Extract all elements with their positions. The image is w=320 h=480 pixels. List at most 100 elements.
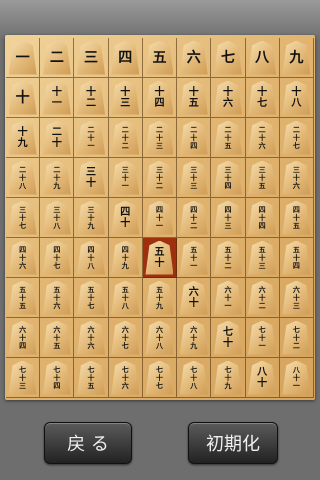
shogi-piece[interactable]: 七 (213, 40, 242, 75)
shogi-piece[interactable]: 八 (248, 40, 277, 75)
shogi-piece[interactable]: 二 十 三 (145, 120, 174, 155)
board-cell[interactable]: 十 四 (142, 78, 178, 118)
shogi-piece[interactable]: 十 七 (248, 80, 277, 115)
shogi-piece[interactable]: 三 十 二 (145, 160, 174, 195)
shogi-piece[interactable]: 二 十 七 (282, 120, 311, 155)
shogi-piece[interactable]: 八 十 (248, 360, 277, 395)
shogi-piece[interactable]: 三 十 三 (179, 160, 208, 195)
board-cell[interactable]: 四 十 九 (108, 238, 143, 278)
shogi-piece[interactable]: 六 十 三 (282, 280, 311, 315)
board-cell[interactable]: 五 十 四 (279, 238, 314, 278)
board-cell[interactable]: 十 九 (6, 118, 41, 158)
shogi-piece[interactable]: 十 一 (42, 80, 71, 115)
shogi-piece[interactable]: 三 十 八 (42, 200, 71, 235)
shogi-piece[interactable]: 九 (282, 40, 311, 75)
shogi-piece[interactable]: 三 十 (77, 160, 106, 195)
board-cell[interactable]: 四 十 四 (245, 198, 280, 238)
shogi-piece[interactable]: 五 十 七 (77, 280, 106, 315)
board-cell[interactable]: 八 十 (245, 358, 280, 398)
board-cell[interactable]: 六 十 (177, 278, 212, 318)
shogi-piece[interactable]: 五 十 五 (8, 280, 37, 315)
shogi-piece[interactable]: 七 十 六 (111, 360, 140, 395)
shogi-piece[interactable]: 五 十 二 (213, 240, 242, 275)
shogi-piece[interactable]: 十 三 (111, 80, 140, 115)
board-cell[interactable]: 二 十 五 (211, 118, 246, 158)
shogi-piece[interactable]: 二 十 (42, 120, 71, 155)
shogi-piece[interactable]: 十 四 (145, 80, 174, 115)
board-cell[interactable]: 二 十 六 (245, 118, 280, 158)
shogi-piece[interactable]: 五 十 三 (248, 240, 277, 275)
shogi-piece[interactable]: 六 (179, 40, 208, 75)
board-cell[interactable]: 六 (177, 38, 212, 78)
shogi-piece[interactable]: 四 十 (111, 200, 140, 235)
board-cell[interactable]: 二 十 三 (142, 118, 178, 158)
shogi-piece[interactable]: 二 (42, 40, 71, 75)
shogi-piece[interactable]: 三 十 九 (77, 200, 106, 235)
shogi-piece[interactable]: 六 十 二 (248, 280, 277, 315)
shogi-piece[interactable]: 六 十 七 (111, 320, 140, 355)
board-cell[interactable]: 九 (279, 38, 314, 78)
board-cell[interactable]: 四 十 七 (40, 238, 75, 278)
board-cell[interactable]: 四 十 三 (211, 198, 246, 238)
shogi-piece[interactable]: 二 十 九 (42, 160, 71, 195)
board-cell[interactable]: 十 六 (211, 78, 246, 118)
shogi-piece[interactable]: 十 六 (213, 80, 242, 115)
board-cell[interactable]: 五 十 八 (108, 278, 143, 318)
board-cell[interactable]: 二 十 一 (74, 118, 109, 158)
shogi-piece[interactable]: 六 十 四 (8, 320, 37, 355)
shogi-piece[interactable]: 七 十 三 (8, 360, 37, 395)
shogi-piece[interactable]: 五 十 (145, 240, 174, 275)
board-cell[interactable]: 三 十 一 (108, 158, 143, 198)
board-cell[interactable]: 四 十 五 (279, 198, 314, 238)
board-cell[interactable]: 二 十 七 (279, 118, 314, 158)
shogi-piece[interactable]: 四 十 九 (111, 240, 140, 275)
shogi-piece[interactable]: 四 十 六 (8, 240, 37, 275)
shogi-piece[interactable]: 七 十 八 (179, 360, 208, 395)
board-cell[interactable]: 六 十 九 (177, 318, 212, 358)
board-cell[interactable]: 五 (142, 38, 178, 78)
shogi-piece[interactable]: 一 (8, 40, 37, 75)
shogi-piece[interactable]: 七 十 二 (282, 320, 311, 355)
board-cell[interactable]: 二 十 二 (108, 118, 143, 158)
board-cell[interactable]: 六 十 七 (108, 318, 143, 358)
board-cell[interactable]: 六 十 五 (40, 318, 75, 358)
board-cell[interactable]: 二 十 (40, 118, 75, 158)
board-cell[interactable]: 四 十 六 (6, 238, 41, 278)
board-cell[interactable]: 六 十 三 (279, 278, 314, 318)
board-cell[interactable]: 五 十 七 (74, 278, 109, 318)
board-cell[interactable]: 二 十 八 (6, 158, 41, 198)
shogi-piece[interactable]: 二 十 八 (8, 160, 37, 195)
board-cell[interactable]: 十 七 (245, 78, 280, 118)
board-cell[interactable]: 八 十 一 (279, 358, 314, 398)
board-cell[interactable]: 八 (245, 38, 280, 78)
board-cell[interactable]: 七 十 八 (177, 358, 212, 398)
shogi-piece[interactable]: 六 十 一 (213, 280, 242, 315)
board-cell[interactable]: 十 五 (177, 78, 212, 118)
shogi-piece[interactable]: 三 (77, 40, 106, 75)
shogi-piece[interactable]: 三 十 六 (282, 160, 311, 195)
shogi-piece[interactable]: 五 十 六 (42, 280, 71, 315)
shogi-piece[interactable]: 二 十 四 (179, 120, 208, 155)
board-cell[interactable]: 十 三 (108, 78, 143, 118)
board-cell[interactable]: 五 十 (142, 238, 178, 278)
board-cell[interactable]: 二 (40, 38, 75, 78)
board-cell[interactable]: 十 (6, 78, 41, 118)
shogi-piece[interactable]: 四 十 四 (248, 200, 277, 235)
shogi-piece[interactable]: 六 十 五 (42, 320, 71, 355)
board-cell[interactable]: 三 十 二 (142, 158, 178, 198)
board-cell[interactable]: 四 十 (108, 198, 143, 238)
shogi-piece[interactable]: 十 (8, 80, 37, 115)
shogi-piece[interactable]: 三 十 七 (8, 200, 37, 235)
board-cell[interactable]: 六 十 二 (245, 278, 280, 318)
board-cell[interactable]: 七 十 九 (211, 358, 246, 398)
board-cell[interactable]: 六 十 八 (142, 318, 178, 358)
shogi-piece[interactable]: 二 十 二 (111, 120, 140, 155)
board-cell[interactable]: 二 十 四 (177, 118, 212, 158)
shogi-piece[interactable]: 四 (111, 40, 140, 75)
board-cell[interactable]: 六 十 一 (211, 278, 246, 318)
shogi-piece[interactable]: 七 十 九 (213, 360, 242, 395)
shogi-piece[interactable]: 四 十 二 (179, 200, 208, 235)
shogi-piece[interactable]: 五 十 九 (145, 280, 174, 315)
board-cell[interactable]: 七 十 六 (108, 358, 143, 398)
shogi-piece[interactable]: 五 十 四 (282, 240, 311, 275)
